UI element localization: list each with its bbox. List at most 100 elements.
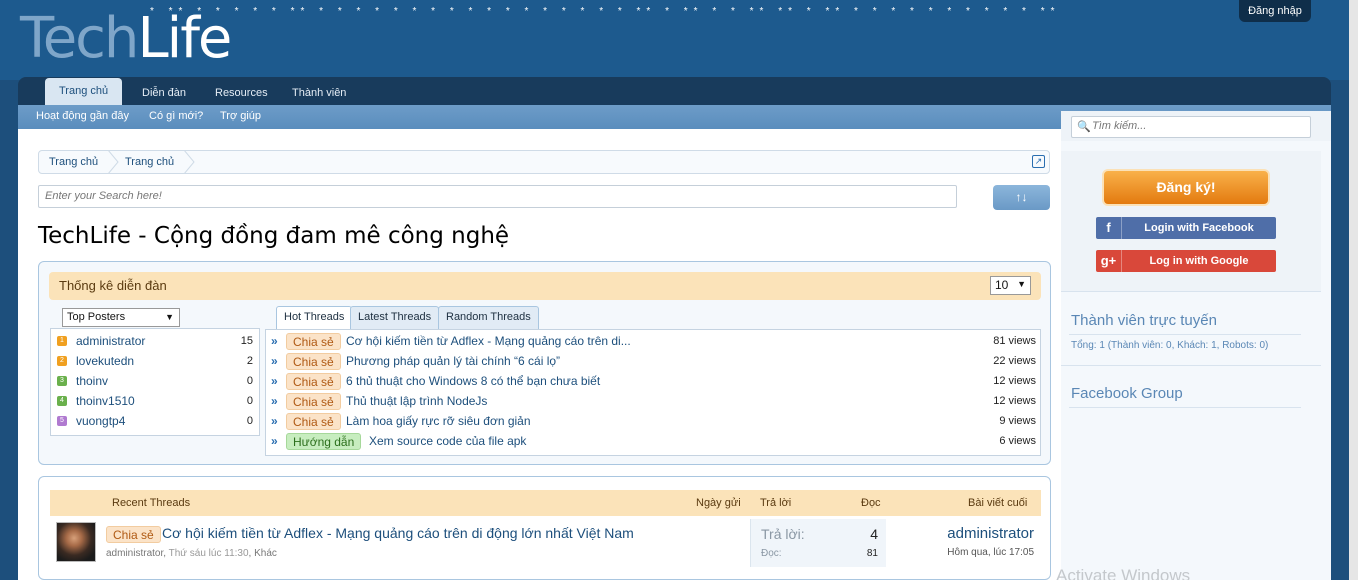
- breadcrumb-separator-icon: [183, 150, 195, 174]
- recent-threads-header: Recent Threads Ngày gửi Trả lời Đọc Bài …: [50, 490, 1041, 516]
- forum-stats-panel: Thống kê diễn đàn 10 ▼ Top Posters ▼ 1 a…: [38, 261, 1051, 465]
- subnav-help[interactable]: Trợ giúp: [220, 105, 261, 129]
- thread-views: 12 views: [993, 395, 1036, 407]
- thread-prefix[interactable]: Chia sẻ: [286, 393, 341, 410]
- tab-forums[interactable]: Diễn đàn: [128, 81, 200, 105]
- col-date: Ngày gửi: [696, 497, 741, 509]
- thread-title[interactable]: Thủ thuật lập trình NodeJs: [346, 394, 487, 408]
- sidebar-divider: [1061, 291, 1321, 292]
- page-scrollbar[interactable]: [1349, 0, 1358, 580]
- google-login-label: Log in with Google: [1149, 255, 1249, 267]
- stats-limit-value: 10: [995, 278, 1009, 292]
- jump-to-page-icon[interactable]: ↗: [1032, 155, 1045, 168]
- subnav-recent-activity[interactable]: Hoạt động gần đây: [36, 105, 129, 129]
- rank-badge-icon: 4: [57, 396, 67, 406]
- thread-list: » Chia sẻ Cơ hội kiếm tiền từ Adflex - M…: [265, 329, 1041, 456]
- last-post-time: Hôm qua, lúc 17:05: [947, 547, 1034, 558]
- tab-members[interactable]: Thành viên: [278, 81, 360, 105]
- facebook-icon: f: [1096, 217, 1122, 239]
- double-chevron-icon: »: [271, 394, 278, 408]
- tab-hot-threads[interactable]: Hot Threads: [276, 306, 353, 330]
- thread-views: 12 views: [993, 375, 1036, 387]
- poster-row: 4 thoinv1510 0: [51, 391, 259, 411]
- subnav-whats-new[interactable]: Có gì mới?: [149, 105, 203, 129]
- poster-name[interactable]: vuongtp4: [76, 414, 125, 428]
- thread-title[interactable]: Cơ hội kiếm tiền từ Adflex - Mạng quảng …: [162, 525, 634, 541]
- col-recent-threads: Recent Threads: [112, 497, 191, 509]
- tab-random-threads[interactable]: Random Threads: [438, 306, 539, 329]
- thread-meta: administrator, Thứ sáu lúc 11:30, Khác: [106, 548, 277, 559]
- sidebar-search-input[interactable]: 🔍 Tìm kiếm...: [1071, 116, 1311, 138]
- thread-title[interactable]: Cơ hội kiếm tiền từ Adflex - Mạng quảng …: [346, 334, 631, 348]
- thread-search-input[interactable]: Enter your Search here!: [38, 185, 957, 208]
- thread-prefix[interactable]: Hướng dẫn: [286, 433, 362, 450]
- thread-views: 6 views: [999, 435, 1036, 447]
- poster-count: 2: [246, 355, 253, 367]
- thread-row: » Chia sẻ Làm hoa giấy rực rỡ siêu đơn g…: [266, 411, 1040, 431]
- thread-title[interactable]: Phương pháp quản lý tài chính “6 cái lọ”: [346, 354, 560, 368]
- rank-badge-icon: 2: [57, 356, 67, 366]
- search-icon: 🔍: [1077, 121, 1091, 133]
- poster-name[interactable]: lovekutedn: [76, 354, 134, 368]
- col-last-post: Bài viết cuối: [968, 497, 1028, 509]
- facebook-group-title: Facebook Group: [1071, 385, 1183, 402]
- poster-name[interactable]: thoinv: [76, 374, 108, 388]
- thread-prefix[interactable]: Chia sẻ: [286, 413, 341, 430]
- breadcrumb: Trang chủ Trang chủ ↗: [38, 150, 1050, 174]
- google-login-button[interactable]: g+ Log in with Google: [1096, 250, 1276, 272]
- sort-toggle-button[interactable]: ↑↓: [993, 185, 1050, 210]
- breadcrumb-item-current[interactable]: Trang chủ: [115, 151, 174, 173]
- poster-name[interactable]: administrator: [76, 334, 145, 348]
- thread-views: 81 views: [993, 335, 1036, 347]
- col-replies: Trả lời: [760, 497, 792, 509]
- sidebar-divider: [1069, 334, 1301, 335]
- facebook-login-button[interactable]: f Login with Facebook: [1096, 217, 1276, 239]
- thread-title[interactable]: Xem source code của file apk: [369, 434, 526, 448]
- thread-row: » Chia sẻ 6 thủ thuật cho Windows 8 có t…: [266, 371, 1040, 391]
- thread-date: Thứ sáu lúc 11:30: [168, 548, 249, 559]
- avatar[interactable]: [56, 522, 96, 562]
- top-posters-box: Top Posters ▼ 1 administrator 15 2 lovek…: [50, 306, 260, 436]
- thread-title[interactable]: Làm hoa giấy rực rỡ siêu đơn giản: [346, 414, 531, 428]
- views-value: 81: [866, 548, 878, 559]
- register-button[interactable]: Đăng ký!: [1102, 169, 1270, 206]
- thread-row: » Hướng dẫn Xem source code của file apk…: [266, 431, 1040, 451]
- thread-views: 9 views: [999, 415, 1036, 427]
- tab-home[interactable]: Trang chủ: [45, 78, 123, 105]
- replies-value: 4: [870, 526, 878, 542]
- double-chevron-icon: »: [271, 374, 278, 388]
- online-members-title[interactable]: Thành viên trực tuyến: [1071, 312, 1217, 329]
- last-post-user[interactable]: administrator: [947, 525, 1034, 542]
- thread-prefix[interactable]: Chia sẻ: [286, 333, 341, 350]
- sidebar: 🔍 Tìm kiếm... Đăng ký! f Login with Face…: [1061, 111, 1331, 580]
- main-column: Trang chủ Trang chủ ↗ Enter your Search …: [18, 129, 1058, 580]
- main-nav: Trang chủ Diễn đàn Resources Thành viên: [18, 77, 1331, 105]
- breadcrumb-item-home[interactable]: Trang chủ: [39, 151, 98, 173]
- poster-row: 5 vuongtp4 0: [51, 411, 259, 431]
- views-label: Đọc:: [761, 548, 782, 559]
- thread-prefix[interactable]: Chia sẻ: [106, 526, 161, 543]
- thread-stats: Trả lời: 4 Đọc: 81: [750, 519, 886, 567]
- thread-category[interactable]: Khác: [254, 548, 277, 559]
- thread-author[interactable]: administrator: [106, 548, 163, 559]
- tab-resources[interactable]: Resources: [201, 81, 282, 105]
- snow-stars-decoration: * ** * * * * * ** * * * * * * * * * * * …: [150, 6, 1061, 17]
- double-chevron-icon: »: [271, 434, 278, 448]
- poster-name[interactable]: thoinv1510: [76, 394, 135, 408]
- thread-title[interactable]: 6 thủ thuật cho Windows 8 có thể bạn chư…: [346, 374, 600, 388]
- stats-limit-select[interactable]: 10 ▼: [990, 276, 1031, 295]
- poster-list: 1 administrator 15 2 lovekutedn 2 3 thoi…: [50, 328, 260, 436]
- posters-select[interactable]: Top Posters ▼: [62, 308, 180, 327]
- recent-thread-row: Chia sẻ Cơ hội kiếm tiền từ Adflex - Mạn…: [50, 517, 1041, 577]
- poster-count: 0: [246, 395, 253, 407]
- thread-prefix[interactable]: Chia sẻ: [286, 353, 341, 370]
- rank-badge-icon: 5: [57, 416, 67, 426]
- thread-row: » Chia sẻ Phương pháp quản lý tài chính …: [266, 351, 1040, 371]
- poster-row: 1 administrator 15: [51, 331, 259, 351]
- poster-row: 3 thoinv 0: [51, 371, 259, 391]
- activate-windows-watermark: Activate Windows: [1056, 566, 1191, 580]
- thread-prefix[interactable]: Chia sẻ: [286, 373, 341, 390]
- double-chevron-icon: »: [271, 414, 278, 428]
- login-button[interactable]: Đăng nhập: [1239, 0, 1311, 22]
- tab-latest-threads[interactable]: Latest Threads: [350, 306, 440, 329]
